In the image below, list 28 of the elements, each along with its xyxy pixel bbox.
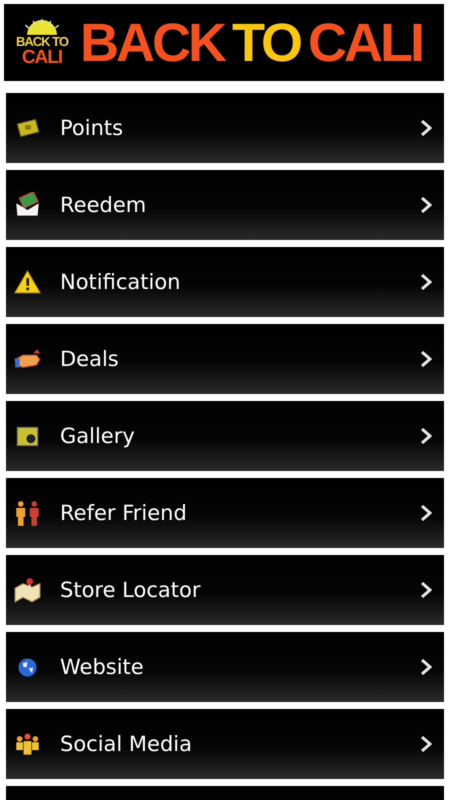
menu-item[interactable]: Points [6,93,444,163]
brand-title: CALI [308,16,422,70]
chevron-icon [420,197,432,213]
logo-text: CALI [22,48,62,66]
chevron-icon [420,351,432,367]
menu-item[interactable]: Store Locator [6,555,444,625]
chevron-icon [420,582,432,598]
chevron-icon [420,505,432,521]
menu-item[interactable]: Gallery [6,401,444,471]
brand-title: TO [232,16,300,70]
brand-title: BACK [80,16,224,70]
group-icon [14,730,41,758]
logo-text: BACK TO [16,34,68,48]
chevron-icon [420,659,432,675]
chevron-icon [420,274,432,290]
chevron-icon [420,120,432,136]
warning-icon [14,268,41,296]
chevron-icon [420,428,432,444]
chevron-icon [420,736,432,752]
menu-item[interactable]: Refer Friend [6,478,444,548]
people-icon [14,500,41,526]
menu-item[interactable]: Social Media [6,709,444,779]
map-icon [14,576,41,604]
menu-item[interactable]: Deals [6,324,444,394]
envelope-icon [14,192,41,218]
menu-item[interactable]: Reedem [6,170,444,240]
menu-item[interactable]: Website [6,632,444,702]
menu-item[interactable]: Notification [6,247,444,317]
